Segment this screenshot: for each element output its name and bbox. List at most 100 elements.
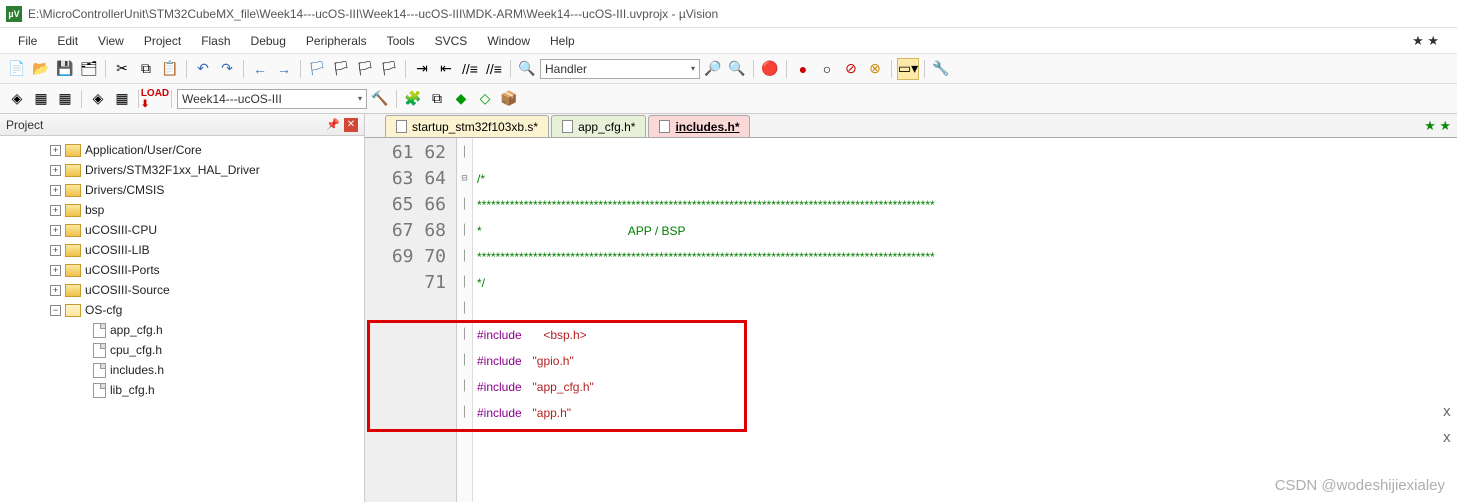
window-layout-icon[interactable]: ▭▾ xyxy=(897,58,919,80)
watermark: CSDN @wodeshijiexialey xyxy=(1275,477,1445,494)
stop-build-icon[interactable]: ▦ xyxy=(111,88,133,110)
menu-tools[interactable]: Tools xyxy=(377,31,425,51)
save-all-icon[interactable]: 🗂 xyxy=(78,58,100,80)
build-icon[interactable]: ▦ xyxy=(30,88,52,110)
cut-icon[interactable]: ✂ xyxy=(111,58,133,80)
expand-icon[interactable]: + xyxy=(50,165,61,176)
editor-tab[interactable]: startup_stm32f103xb.s* xyxy=(385,115,549,137)
tree-node[interactable]: cpu_cfg.h xyxy=(0,340,364,360)
tree-node[interactable]: +uCOSIII-LIB xyxy=(0,240,364,260)
editor-tab[interactable]: app_cfg.h* xyxy=(551,115,646,137)
rebuild-icon[interactable]: ▦ xyxy=(54,88,76,110)
copy-icon[interactable]: ⧉ xyxy=(135,58,157,80)
find-icon[interactable]: 🔍 xyxy=(516,58,538,80)
tree-node[interactable]: −OS-cfg xyxy=(0,300,364,320)
editor-area: startup_stm32f103xb.s*app_cfg.h* includes… xyxy=(365,114,1457,502)
bookmark-prev-icon[interactable]: 🏳 xyxy=(330,58,352,80)
menu-view[interactable]: View xyxy=(88,31,134,51)
translate-icon[interactable]: ◈ xyxy=(6,88,28,110)
menu-flash[interactable]: Flash xyxy=(191,31,240,51)
manage-rte-icon[interactable]: ◆ xyxy=(450,88,472,110)
bookmark-next-icon[interactable]: 🏳 xyxy=(354,58,376,80)
tree-node[interactable]: +Drivers/STM32F1xx_HAL_Driver xyxy=(0,160,364,180)
redo-icon[interactable]: ↷ xyxy=(216,58,238,80)
fold-column[interactable]: │ ⊟ │ │ │ │ │ │ │ │ │ xyxy=(457,138,473,502)
menu-debug[interactable]: Debug xyxy=(241,31,296,51)
tree-node[interactable]: app_cfg.h xyxy=(0,320,364,340)
folder-icon xyxy=(65,184,81,197)
tree-node[interactable]: lib_cfg.h xyxy=(0,380,364,400)
target-combo[interactable]: Week14---ucOS-III ▾ xyxy=(177,89,367,109)
expand-icon[interactable]: + xyxy=(50,285,61,296)
expand-icon[interactable]: + xyxy=(50,185,61,196)
expand-icon[interactable]: + xyxy=(50,265,61,276)
indent-icon[interactable]: ⇥ xyxy=(411,58,433,80)
collapse-icon[interactable]: − xyxy=(50,305,61,316)
tree-label: lib_cfg.h xyxy=(110,383,155,397)
close-icon[interactable]: ✕ xyxy=(344,118,358,132)
nav-back-icon[interactable]: ← xyxy=(249,58,271,80)
tree-node[interactable]: includes.h xyxy=(0,360,364,380)
batch-build-icon[interactable]: ◈ xyxy=(87,88,109,110)
pack-installer-icon[interactable]: 📦 xyxy=(498,88,520,110)
menu-window[interactable]: Window xyxy=(477,31,540,51)
nav-fwd-icon[interactable]: → xyxy=(273,58,295,80)
tree-label: includes.h xyxy=(110,363,164,377)
expand-icon[interactable]: + xyxy=(50,245,61,256)
menu-edit[interactable]: Edit xyxy=(47,31,88,51)
code-view: 61 62 63 64 65 66 67 68 69 70 71 │ ⊟ │ │… xyxy=(365,138,1457,502)
target-options-icon[interactable]: 🔨 xyxy=(369,88,391,110)
menu-help[interactable]: Help xyxy=(540,31,585,51)
tree-node[interactable]: +uCOSIII-Ports xyxy=(0,260,364,280)
expand-icon[interactable]: + xyxy=(50,205,61,216)
bookmark-toggle-icon[interactable]: 🏳 xyxy=(306,58,328,80)
breakpoint-insert-icon[interactable]: ● xyxy=(792,58,814,80)
folder-icon xyxy=(65,264,81,277)
tree-node[interactable]: +Application/User/Core xyxy=(0,140,364,160)
incremental-find-icon[interactable]: 🔍 xyxy=(726,58,748,80)
breakpoint-enable-icon[interactable]: ○ xyxy=(816,58,838,80)
bookmark-clear-icon[interactable]: 🏳 xyxy=(378,58,400,80)
tab-label: includes.h* xyxy=(675,120,739,134)
chevron-down-icon: ▾ xyxy=(358,94,362,103)
menu-peripherals[interactable]: Peripherals xyxy=(296,31,377,51)
breakpoint-disable-icon[interactable]: ⊘ xyxy=(840,58,862,80)
target-text: Week14---ucOS-III xyxy=(182,92,282,106)
new-file-icon[interactable]: 📄 xyxy=(6,58,28,80)
find-in-files-icon[interactable]: 🔎 xyxy=(702,58,724,80)
breakpoint-kill-icon[interactable]: ⊗ xyxy=(864,58,886,80)
menu-project[interactable]: Project xyxy=(134,31,191,51)
configure-icon[interactable]: 🔧 xyxy=(930,58,952,80)
search-combo[interactable]: Handler▾ xyxy=(540,59,700,79)
uncomment-icon[interactable]: //≡ xyxy=(483,58,505,80)
project-tree[interactable]: +Application/User/Core+Drivers/STM32F1xx… xyxy=(0,136,364,502)
tree-label: uCOSIII-CPU xyxy=(85,223,157,237)
tree-label: Drivers/CMSIS xyxy=(85,183,164,197)
save-icon[interactable]: 💾 xyxy=(54,58,76,80)
project-panel-header: Project 📌 ✕ xyxy=(0,114,364,136)
select-pack-icon[interactable]: ◇ xyxy=(474,88,496,110)
tree-node[interactable]: +bsp xyxy=(0,200,364,220)
pin-icon[interactable]: 📌 xyxy=(326,118,340,131)
tree-node[interactable]: + uCOSIII-CPU xyxy=(0,220,364,240)
expand-icon[interactable]: + xyxy=(50,225,61,236)
file-extensions-icon[interactable]: ⧉ xyxy=(426,88,448,110)
toolbar-overflow-icon: ★ ★ xyxy=(1424,118,1451,134)
expand-icon[interactable]: + xyxy=(50,145,61,156)
open-file-icon[interactable]: 📂 xyxy=(30,58,52,80)
download-icon[interactable]: LOAD⬇ xyxy=(144,88,166,110)
menu-svcs[interactable]: SVCS xyxy=(425,31,478,51)
comment-icon[interactable]: //≡ xyxy=(459,58,481,80)
editor-tab[interactable]: includes.h* xyxy=(648,115,750,137)
outdent-icon[interactable]: ⇤ xyxy=(435,58,457,80)
undo-icon[interactable]: ↶ xyxy=(192,58,214,80)
debug-icon[interactable]: 🔴 xyxy=(759,58,781,80)
file-icon xyxy=(93,383,106,398)
paste-icon[interactable]: 📋 xyxy=(159,58,181,80)
tree-node[interactable]: +uCOSIII-Source xyxy=(0,280,364,300)
toolbar-main: 📄 📂 💾 🗂 ✂ ⧉ 📋 ↶ ↷ ← → 🏳 🏳 🏳 🏳 ⇥ ⇤ //≡ //… xyxy=(0,54,1457,84)
manage-components-icon[interactable]: 🧩 xyxy=(402,88,424,110)
tree-node[interactable]: + Drivers/CMSIS xyxy=(0,180,364,200)
menu-file[interactable]: File xyxy=(8,31,47,51)
code-text[interactable]: /* *************************************… xyxy=(473,138,1457,502)
